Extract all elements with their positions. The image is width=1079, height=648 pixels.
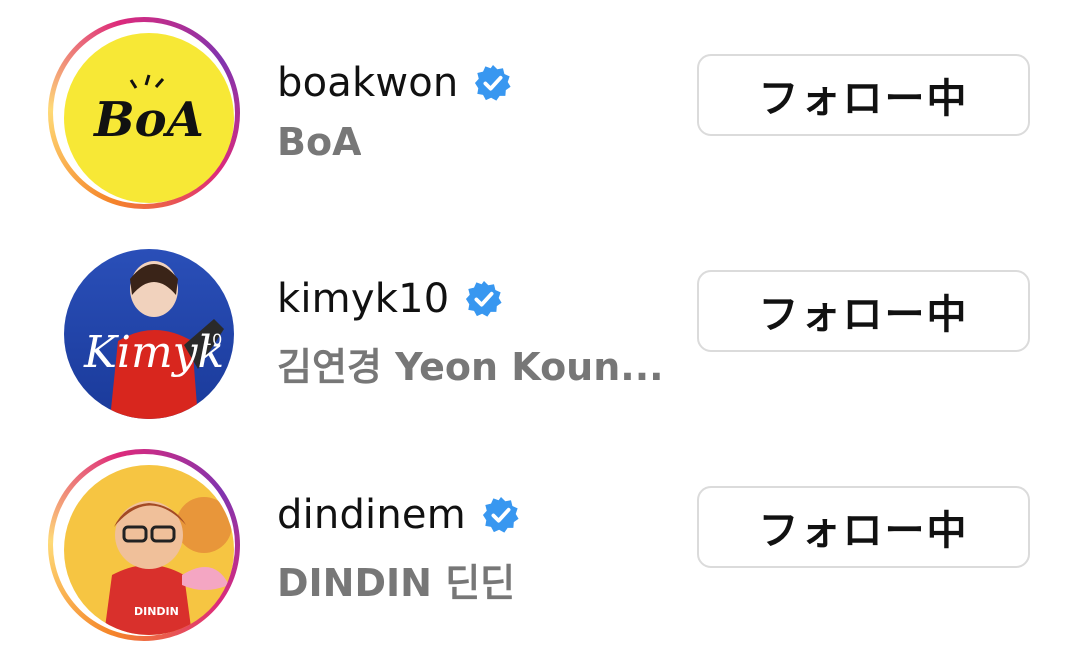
story-ring[interactable]: DINDIN [48, 449, 240, 641]
account-row-dindinem[interactable]: DINDIN dindinem DINDIN 딘딘 フォロー中 [0, 432, 1079, 648]
username-line[interactable]: boakwon [277, 58, 512, 108]
full-name: DINDIN 딘딘 [277, 561, 516, 605]
avatar-frame: Kimyk 10 [48, 233, 240, 425]
story-ring[interactable]: BoA [48, 17, 240, 209]
avatar[interactable]: Kimyk 10 [64, 249, 234, 419]
avatar[interactable]: BoA [64, 33, 234, 203]
svg-text:BoA: BoA [92, 92, 204, 148]
username[interactable]: dindinem [277, 492, 466, 538]
verified-badge-icon [482, 496, 520, 534]
full-name: BoA [277, 120, 362, 164]
username[interactable]: kimyk10 [277, 276, 449, 322]
avatar-image-boa: BoA [64, 33, 234, 203]
account-row-kimyk10[interactable]: Kimyk 10 kimyk10 김연경 Yeon Koun... フォロー中 [0, 216, 1079, 432]
svg-text:10: 10 [202, 330, 222, 349]
avatar[interactable]: DINDIN [64, 465, 234, 635]
svg-text:DINDIN: DINDIN [134, 605, 179, 618]
username-line[interactable]: kimyk10 [277, 274, 503, 324]
following-button[interactable]: フォロー中 [697, 486, 1030, 568]
verified-badge-icon [465, 280, 503, 318]
account-row-boakwon[interactable]: BoA boakwon BoA フォロー中 [0, 0, 1079, 216]
avatar-image-kimyk: Kimyk 10 [64, 249, 234, 419]
username-line[interactable]: dindinem [277, 490, 520, 540]
following-button[interactable]: フォロー中 [697, 54, 1030, 136]
following-button[interactable]: フォロー中 [697, 270, 1030, 352]
username[interactable]: boakwon [277, 60, 458, 106]
verified-badge-icon [474, 64, 512, 102]
avatar-image-dindin: DINDIN [64, 465, 234, 635]
full-name: 김연경 Yeon Koun... [277, 345, 664, 389]
